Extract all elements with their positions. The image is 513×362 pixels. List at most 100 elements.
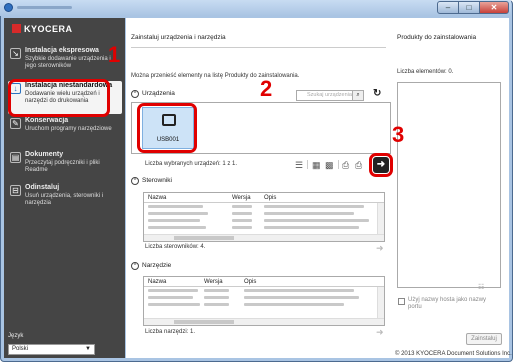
remove-printer-icon: ⎙	[355, 160, 363, 170]
sidebar-item-title: Konserwacja	[25, 117, 69, 124]
minimize-button[interactable]: –	[437, 1, 459, 14]
chevron-down-icon: ▼	[85, 346, 91, 352]
add-device-button[interactable]: ⎙	[342, 160, 349, 170]
select-all-icon: ▦	[312, 160, 321, 170]
add-driver-button[interactable]: ➜	[376, 243, 384, 254]
kyocera-logo: KYOCERA	[12, 22, 73, 36]
column-version: Wersja	[232, 195, 251, 201]
add-tool-button[interactable]: ➜	[376, 327, 384, 338]
table-row[interactable]	[144, 210, 384, 217]
app-icon	[4, 3, 13, 12]
table-row[interactable]	[144, 203, 384, 210]
sidebar-item-documents[interactable]: ▤ Dokumenty Przeczytaj podręczniki i pli…	[8, 150, 122, 180]
install-item-count: Liczba elementów: 0.	[397, 69, 454, 75]
sidebar-item-desc: Usuń urządzenia, sterowniki i narzędzia	[25, 193, 104, 206]
sidebar-item-desc: Przeczytaj podręczniki i pliki Readme	[25, 160, 100, 173]
list-options-icon[interactable]: ☷	[478, 284, 484, 291]
search-icon: ⌕	[356, 92, 360, 98]
language-select[interactable]: Polski ▼	[8, 344, 95, 355]
callout-box-custom-install	[8, 79, 110, 117]
toolbar-divider	[307, 160, 308, 169]
hostname-port-label: Użyj nazwy hosta jako nazwy portu	[408, 297, 487, 310]
refresh-icon: ↻	[373, 88, 382, 99]
hostname-port-checkbox[interactable]	[398, 298, 405, 305]
table-row[interactable]	[144, 217, 384, 224]
divider	[131, 47, 386, 48]
search-placeholder: Szukaj urządzenia	[307, 92, 352, 98]
close-icon: ✕	[490, 3, 498, 12]
refresh-button[interactable]: ↻	[373, 88, 381, 99]
vertical-scrollbar[interactable]	[377, 287, 384, 318]
horizontal-scrollbar[interactable]	[144, 318, 384, 325]
deselect-all-icon: ▩	[325, 160, 334, 170]
select-all-button[interactable]: ▦	[312, 160, 321, 170]
install-button[interactable]: Zainstaluj	[466, 333, 502, 345]
toolbar-divider	[338, 160, 339, 169]
sidebar-item-uninstall[interactable]: ⊟ Odinstaluj Usuń urządzenia, sterowniki…	[8, 183, 122, 213]
title-bar[interactable]	[0, 0, 511, 16]
callout-number-2: 2	[260, 76, 273, 101]
table-row[interactable]	[144, 287, 384, 294]
list-tools: ☷ –	[478, 283, 490, 291]
hint-text: Można przenieść elementy na listę Produk…	[131, 73, 300, 79]
scrollbar-thumb[interactable]	[174, 236, 234, 240]
maximize-button[interactable]: □	[458, 1, 480, 14]
close-button[interactable]: ✕	[479, 1, 509, 14]
tools-section-toggle[interactable]: ^ Narzędzie	[131, 261, 211, 271]
sidebar-item-desc: Szybkie dodawanie urządzenia i jego ster…	[25, 56, 111, 69]
list-view-icon: ☰	[295, 160, 304, 170]
driver-count: Liczba sterowników: 4.	[145, 244, 206, 250]
sidebar-item-maintenance[interactable]: ✎ Konserwacja Uruchom programy narzędzio…	[8, 116, 122, 146]
maximize-icon: □	[466, 3, 472, 12]
drivers-section-toggle[interactable]: ^ Sterowniki	[131, 176, 211, 186]
remove-device-button[interactable]: ⎙	[355, 160, 362, 170]
sidebar-item-desc: Uruchom programy narzędziowe	[25, 126, 112, 132]
callout-number-3: 3	[392, 122, 405, 147]
remove-icon[interactable]: –	[486, 284, 490, 291]
column-description: Opis	[244, 279, 257, 285]
language-label: Język	[8, 333, 24, 339]
uninstall-icon: ⊟	[10, 185, 21, 196]
callout-box-device	[137, 103, 197, 153]
collapse-icon: ^	[131, 90, 139, 98]
tools-label: Narzędzie	[142, 262, 172, 269]
language-value: Polski	[12, 346, 29, 352]
minimize-icon: –	[445, 3, 451, 12]
drivers-label: Sterowniki	[142, 177, 172, 184]
sidebar-item-express[interactable]: ↘ Instalacja ekspresowa Szybkie dodawani…	[8, 46, 122, 76]
vertical-scrollbar[interactable]	[377, 203, 384, 234]
column-name: Nazwa	[148, 279, 167, 285]
callout-box-arrow	[369, 153, 393, 177]
devices-label: Urządzenia	[142, 90, 175, 97]
tools-table: Nazwa Wersja Opis	[143, 276, 385, 326]
list-view-button[interactable]: ☰	[295, 160, 303, 170]
table-header: Nazwa Wersja Opis	[144, 193, 384, 203]
table-row[interactable]	[144, 294, 384, 301]
add-printer-icon: ⎙	[342, 160, 350, 170]
column-name: Nazwa	[148, 195, 167, 201]
table-row[interactable]	[144, 301, 384, 308]
table-header: Nazwa Wersja Opis	[144, 277, 384, 287]
arrow-right-icon: ➜	[376, 243, 384, 253]
selected-device-count: Liczba wybranych urządzeń: 1 z 1.	[145, 161, 238, 167]
copyright-text: © 2013 KYOCERA Document Solutions Inc.	[395, 351, 512, 357]
collapse-icon: ^	[131, 262, 139, 270]
callout-number-1: 1	[108, 42, 121, 67]
devices-section-toggle[interactable]: ^ Urządzenia	[131, 89, 211, 99]
book-icon: ▤	[10, 152, 21, 163]
horizontal-scrollbar[interactable]	[144, 234, 384, 241]
kyocera-logo-mark-icon	[12, 24, 21, 33]
right-panel-title: Produkty do zainstalowania	[397, 34, 477, 41]
sidebar-item-title: Instalacja ekspresowa	[25, 47, 99, 54]
deselect-all-button[interactable]: ▩	[325, 160, 334, 170]
column-version: Wersja	[204, 279, 223, 285]
drivers-table: Nazwa Wersja Opis	[143, 192, 385, 242]
page-title: Zainstaluj urządzenia i narzędzia	[131, 34, 226, 41]
express-icon: ↘	[10, 48, 21, 59]
sidebar-item-title: Odinstaluj	[25, 184, 60, 191]
search-button[interactable]: ⌕	[352, 90, 364, 101]
column-description: Opis	[264, 195, 277, 201]
scrollbar-thumb[interactable]	[174, 320, 234, 324]
table-row[interactable]	[144, 224, 384, 231]
wrench-icon: ✎	[10, 118, 21, 129]
